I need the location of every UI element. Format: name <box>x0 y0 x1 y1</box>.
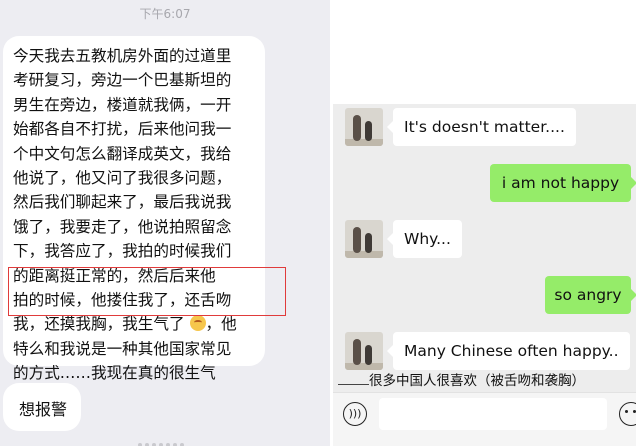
voice-icon[interactable]: ))) <box>343 402 367 426</box>
message-line: 饿了，我要走了，他说拍照留念 <box>13 217 232 236</box>
message-line: 今天我去五教机房外面的过道里 <box>13 47 232 65</box>
received-message-bubble-2: 想报警 <box>3 383 81 431</box>
message-line: 始都各自不打扰，后来他问我一 <box>13 120 232 139</box>
message-line: 考研复习，旁边一个巴基斯坦的 <box>13 71 232 90</box>
message-line: 个中文句怎么翻译成英文，我给 <box>13 144 232 163</box>
contact-avatar[interactable] <box>345 332 383 370</box>
left-chat-screenshot: 下午6:07 今天我去五教机房外面的过道里 考研复习，旁边一个巴基斯坦的 男生在… <box>0 0 330 446</box>
message-line: 然后我们聊起来了，最后我说我 <box>13 193 232 212</box>
message-timestamp: 下午6:07 <box>139 7 191 21</box>
message-line: 我，还摸我胸，我生气了 ，他 <box>13 312 265 336</box>
received-message: Why... <box>387 220 462 258</box>
emoji-icon[interactable] <box>619 402 636 426</box>
contact-avatar[interactable] <box>345 220 383 258</box>
contact-avatar[interactable] <box>345 108 383 146</box>
message-line-text: 我，还摸我胸，我生气了 <box>13 315 185 334</box>
page-dots <box>138 432 196 446</box>
sent-message: so angry <box>545 276 636 314</box>
caption-underline <box>338 384 369 385</box>
received-message-bubble: 今天我去五教机房外面的过道里 考研复习，旁边一个巴基斯坦的 男生在旁边，楼道就我… <box>3 36 265 382</box>
message-line: 下，我答应了，我拍的时候我们 <box>13 242 232 261</box>
translation-caption: 很多中国人很喜欢（被舌吻和袭胸） <box>369 373 585 389</box>
received-message: It's doesn't matter.... <box>387 108 576 146</box>
chat-input-bar: ))) <box>333 392 636 446</box>
message-line: 特么和我说是一种其他国家常见 <box>13 339 232 358</box>
message-line-suffix: ，他 <box>205 315 237 334</box>
message-input[interactable] <box>379 398 607 430</box>
angry-emoji-icon <box>189 315 206 332</box>
message-line: 男生在旁边，楼道就我俩，一开 <box>13 95 232 114</box>
received-message: Many Chinese often happy.. <box>387 332 630 370</box>
message-line: 他说了，他又问了我很多问题， <box>13 169 232 188</box>
right-chat-screenshot: It's doesn't matter.... i am not happy W… <box>333 0 636 446</box>
sent-message: i am not happy <box>490 164 636 202</box>
red-highlight-box <box>8 267 286 316</box>
